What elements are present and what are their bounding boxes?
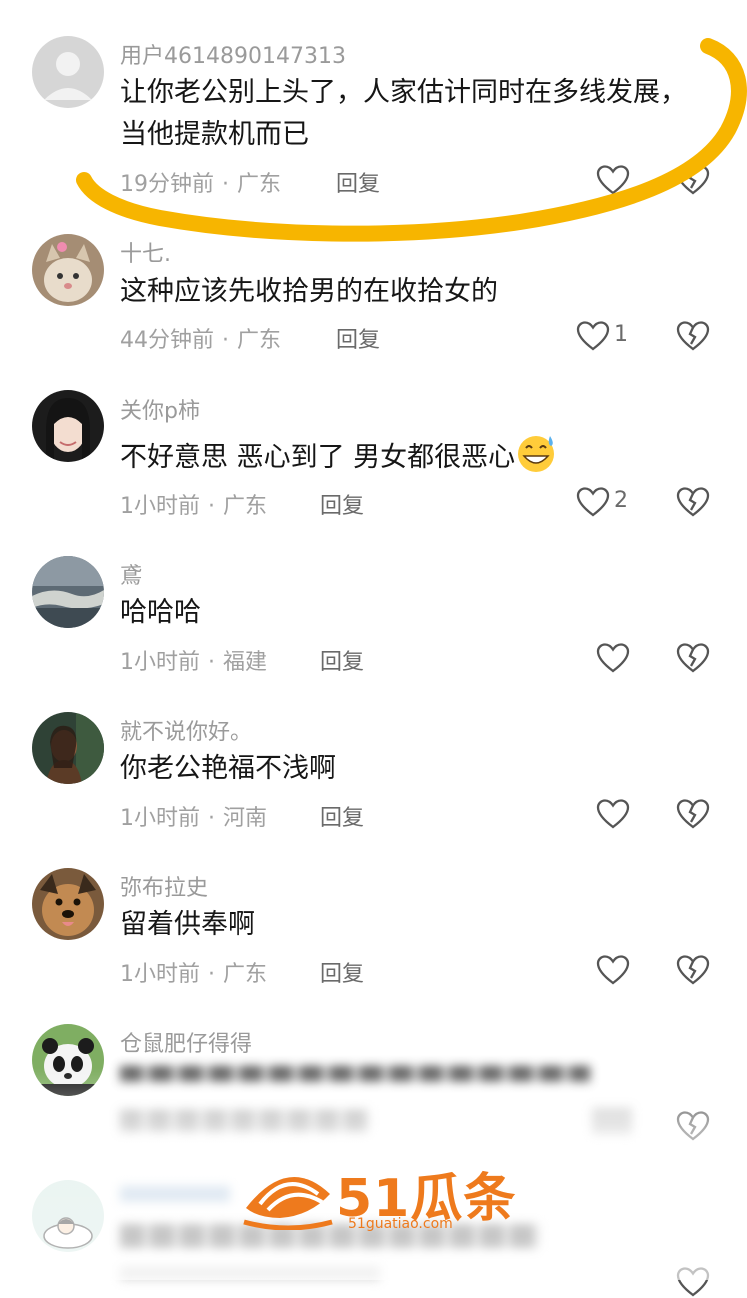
comment-text: 留着供奉啊 — [120, 909, 255, 940]
comment-username[interactable]: 关你p柿 — [120, 393, 200, 425]
comment-meta: 44分钟前 · 广东 — [120, 328, 282, 353]
dislike-heart-icon[interactable] — [676, 798, 710, 830]
reply-button[interactable]: 回复 — [320, 800, 364, 832]
like-heart-icon[interactable] — [576, 486, 610, 518]
avatar[interactable] — [32, 390, 104, 462]
comment-text: 你老公艳福不浅啊 — [120, 753, 336, 784]
comment-text: 这种应该先收拾男的在收拾女的 — [120, 276, 498, 307]
reply-button[interactable]: 回复 — [320, 644, 364, 676]
like-heart-icon[interactable] — [596, 954, 630, 986]
avatar[interactable] — [32, 36, 104, 108]
watermark-url: 51guatiao.com — [348, 1216, 453, 1232]
like-count: 2 — [614, 488, 628, 513]
comment-time: 1小时前 — [120, 494, 200, 519]
comment-meta: 1小时前 · 广东 — [120, 962, 268, 987]
comment-username[interactable]: 鳶 — [120, 558, 142, 590]
avatar[interactable] — [32, 712, 104, 784]
comment-username[interactable]: 弥布拉史 — [120, 870, 208, 902]
comment-username[interactable]: 仓鼠肥仔得得 — [120, 1026, 252, 1058]
like-heart-icon[interactable] — [596, 642, 630, 674]
dislike-heart-icon[interactable] — [676, 954, 710, 986]
comment-username[interactable]: 就不说你好。 — [120, 714, 252, 746]
reply-button[interactable]: 回复 — [320, 956, 364, 988]
comment-location: 广东 — [223, 962, 268, 987]
comment-location: 河南 — [223, 806, 268, 831]
dislike-heart-icon[interactable] — [676, 164, 710, 196]
comment-time: 44分钟前 — [120, 328, 214, 353]
comment-time: 1小时前 — [120, 806, 200, 831]
grinning-sweat-emoji-icon — [518, 436, 555, 472]
comment-text: 不好意思 恶心到了 男女都很恶心 — [120, 432, 710, 479]
comment-meta: 19分钟前 · 广东 — [120, 172, 282, 197]
comment-username[interactable]: 用户4614890147313 — [120, 38, 346, 70]
comment-meta: 1小时前 · 广东 — [120, 494, 268, 519]
avatar[interactable] — [32, 868, 104, 940]
like-heart-icon[interactable] — [596, 798, 630, 830]
comment-location: 广东 — [237, 172, 282, 197]
comment-text-content: 不好意思 恶心到了 男女都很恶心 — [120, 442, 516, 473]
comment-time: 19分钟前 — [120, 172, 214, 197]
comment-meta: 1小时前 · 福建 — [120, 650, 268, 675]
like-heart-icon[interactable] — [576, 320, 610, 352]
watermark: 51瓜条 51guatiao.com — [240, 1156, 515, 1234]
comment-text: 让你老公别上头了，人家估计同时在多线发展，当他提款机而已 — [120, 77, 687, 150]
reply-button[interactable]: 回复 — [320, 488, 364, 520]
comment-location: 广东 — [223, 494, 268, 519]
avatar[interactable] — [32, 556, 104, 628]
comment-time: 1小时前 — [120, 962, 200, 987]
comment-meta: 1小时前 · 河南 — [120, 806, 268, 831]
like-heart-icon[interactable] — [596, 164, 630, 196]
comment-time: 1小时前 — [120, 650, 200, 675]
dislike-heart-icon[interactable] — [676, 320, 710, 352]
watermark-logo-icon — [243, 1176, 333, 1230]
avatar[interactable] — [32, 234, 104, 306]
comment-text: 哈哈哈 — [120, 597, 201, 628]
dislike-heart-icon[interactable] — [676, 486, 710, 518]
dislike-heart-icon[interactable] — [676, 642, 710, 674]
comment-location: 广东 — [237, 328, 282, 353]
comment-location: 福建 — [223, 650, 268, 675]
reply-button[interactable]: 回复 — [336, 166, 380, 198]
reply-button[interactable]: 回复 — [336, 322, 380, 354]
like-count: 1 — [614, 322, 628, 347]
comment-username[interactable]: 十七. — [120, 236, 171, 268]
